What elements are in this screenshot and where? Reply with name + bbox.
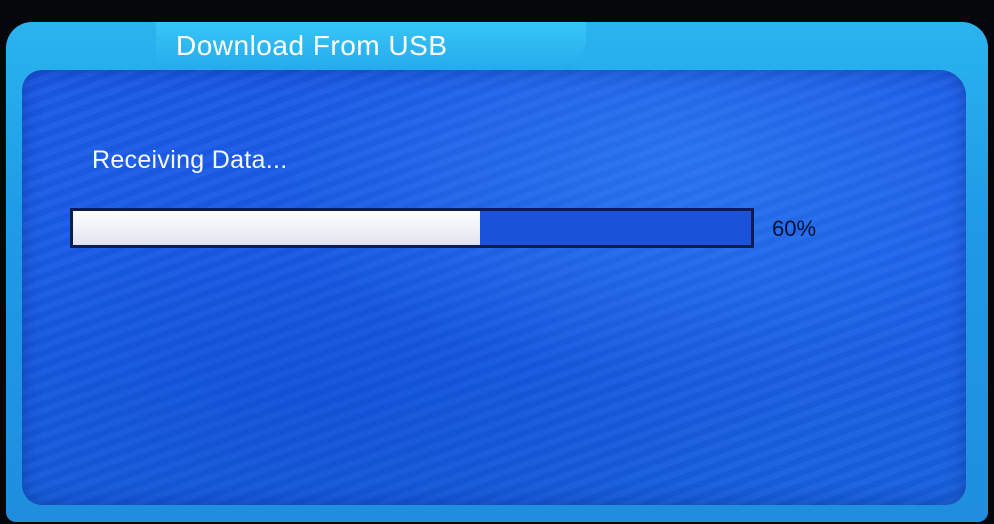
progress-bar (70, 208, 754, 248)
progress-percent: 60% (772, 216, 817, 241)
dialog-body (22, 70, 966, 505)
progress-fill (73, 211, 480, 245)
dialog-title: Download From USB (176, 30, 448, 61)
download-dialog: Download From USB (6, 22, 988, 522)
status-message: Receiving Data... (92, 146, 288, 174)
tv-screen: Download From USB Receiving Data... 60% (0, 0, 994, 524)
